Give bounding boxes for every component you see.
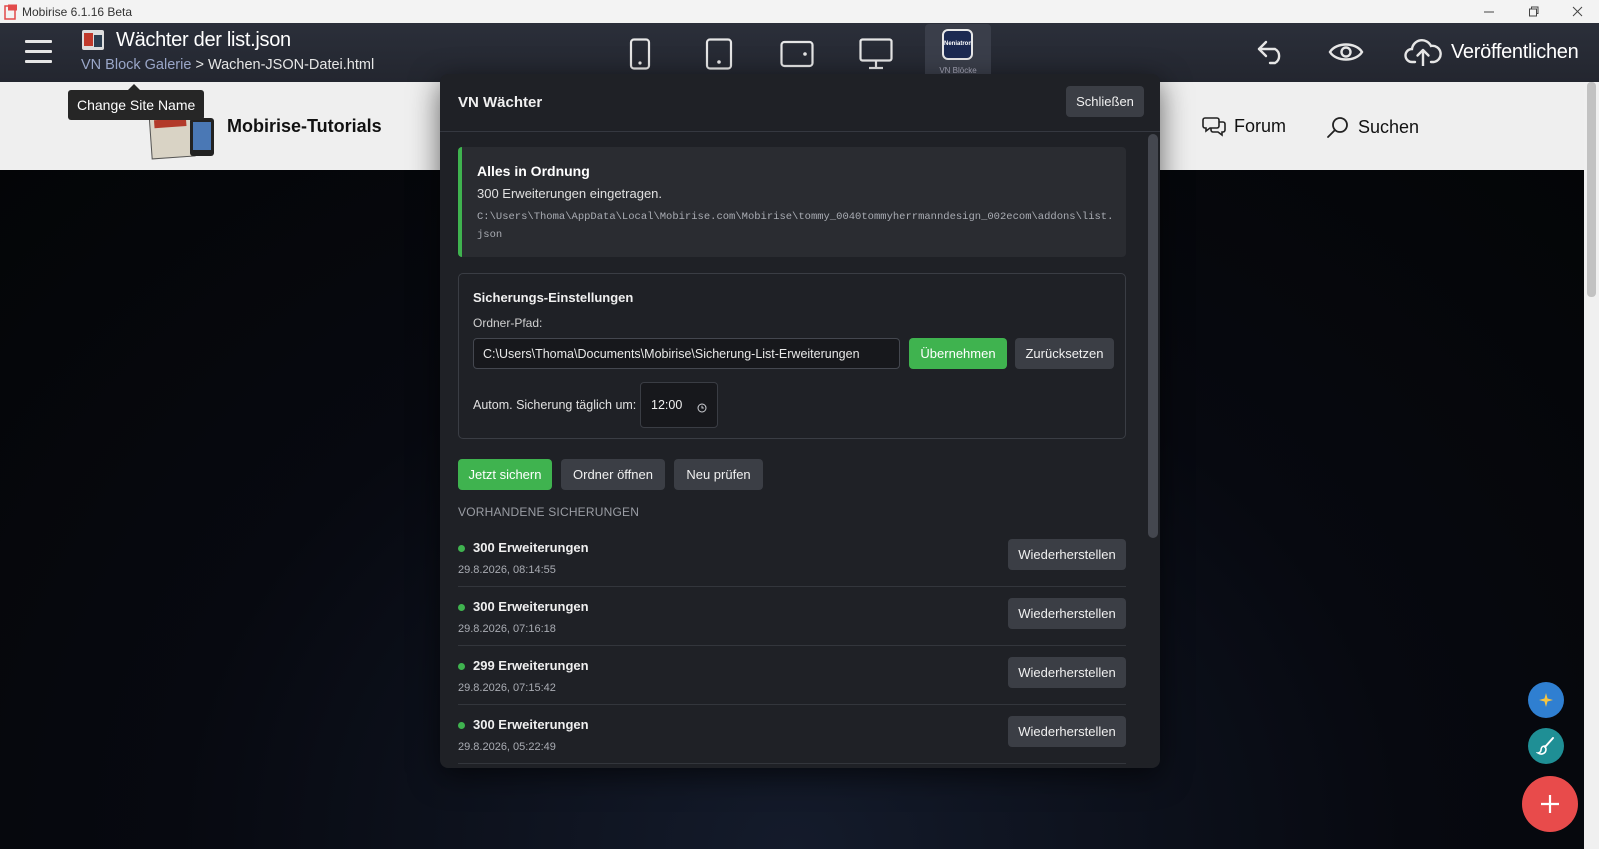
backup-count: 300 Erweiterungen xyxy=(473,599,589,614)
backup-timestamp: 29.8.2026, 05:22:49 xyxy=(458,741,556,753)
brush-icon xyxy=(1536,737,1554,755)
restore-button[interactable]: Wiederherstellen xyxy=(1008,598,1126,629)
recheck-button[interactable]: Neu prüfen xyxy=(674,459,763,490)
window-title: Mobirise 6.1.16 Beta xyxy=(22,4,133,19)
status-box: Alles in Ordnung 300 Erweiterungen einge… xyxy=(458,147,1126,257)
folder-path-label: Ordner-Pfad: xyxy=(473,316,543,330)
backup-count: 300 Erweiterungen xyxy=(473,717,589,732)
ai-sparkle-button[interactable] xyxy=(1528,682,1564,718)
reset-button[interactable]: Zurücksetzen xyxy=(1015,338,1114,369)
backup-row: 300 Erweiterungen 29.8.2026, 07:16:18 Wi… xyxy=(458,587,1126,646)
vn-waechter-dialog: VN Wächter Schließen Alles in Ordnung 30… xyxy=(440,74,1160,768)
change-site-name-tooltip: Change Site Name xyxy=(68,84,205,120)
backup-count: 299 Erweiterungen xyxy=(473,658,589,673)
breadcrumb-site-link[interactable]: VN Block Galerie xyxy=(81,57,191,73)
nav-forum-label: Forum xyxy=(1234,115,1287,136)
backup-row: 300 Erweiterungen 29.8.2026, 05:22:49 Wi… xyxy=(458,705,1126,764)
dialog-scrollbar[interactable] xyxy=(1146,133,1160,768)
dialog-title: VN Wächter xyxy=(458,94,543,111)
breadcrumb-separator: > xyxy=(195,57,204,73)
close-window-icon[interactable] xyxy=(1555,0,1599,23)
os-titlebar: Mobirise 6.1.16 Beta xyxy=(0,0,1599,23)
search-icon xyxy=(1327,117,1348,138)
auto-backup-time-value: 12:00 xyxy=(651,398,683,412)
site-thumbnail-icon[interactable] xyxy=(82,30,104,50)
sparkle-icon xyxy=(1539,693,1553,707)
menu-icon[interactable] xyxy=(25,40,52,63)
nav-forum-link[interactable]: Forum xyxy=(1202,115,1286,137)
restore-icon[interactable] xyxy=(1511,0,1555,23)
status-count: 300 Erweiterungen eingetragen. xyxy=(477,186,663,201)
page-scrollbar[interactable] xyxy=(1584,82,1599,849)
desktop-icon[interactable] xyxy=(858,37,894,71)
restore-button[interactable]: Wiederherstellen xyxy=(1008,539,1126,570)
breadcrumb: VN Block Galerie > Wachen-JSON-Datei.htm… xyxy=(81,57,374,73)
undo-icon[interactable] xyxy=(1256,35,1286,69)
apply-button[interactable]: Übernehmen xyxy=(909,338,1007,369)
status-title: Alles in Ordnung xyxy=(477,163,590,179)
minimize-icon[interactable] xyxy=(1467,0,1511,23)
backup-timestamp: 29.8.2026, 08:14:55 xyxy=(458,564,556,576)
backup-timestamp: 29.8.2026, 07:15:42 xyxy=(458,682,556,694)
plus-icon xyxy=(1541,795,1559,813)
auto-backup-time-input[interactable]: 12:00 xyxy=(640,382,718,428)
folder-path-input[interactable] xyxy=(473,338,900,369)
tablet-icon[interactable] xyxy=(701,37,737,71)
status-dot-icon xyxy=(458,545,465,552)
mobirise-logo-icon xyxy=(4,4,18,20)
dialog-header: VN Wächter Schließen xyxy=(440,74,1160,132)
page-title[interactable]: Wächter der list.json xyxy=(116,29,291,52)
breadcrumb-page[interactable]: Wachen-JSON-Datei.html xyxy=(208,57,374,73)
nav-search-link[interactable]: Suchen xyxy=(1326,115,1419,139)
cloud-upload-icon[interactable] xyxy=(1404,35,1442,69)
nav-search-label: Suchen xyxy=(1358,116,1420,137)
close-dialog-button[interactable]: Schließen xyxy=(1066,86,1144,117)
backup-timestamp: 29.8.2026, 07:16:18 xyxy=(458,623,556,635)
add-block-button[interactable] xyxy=(1522,776,1578,832)
phone-icon[interactable] xyxy=(622,37,658,71)
status-dot-icon xyxy=(458,663,465,670)
window-controls xyxy=(1467,0,1599,23)
open-folder-button[interactable]: Ordner öffnen xyxy=(561,459,665,490)
publish-button[interactable]: Veröffentlichen xyxy=(1451,41,1579,64)
auto-backup-label: Autom. Sicherung täglich um: xyxy=(473,398,637,412)
extension-thumbnail: Neniatron xyxy=(942,29,973,60)
restore-button[interactable]: Wiederherstellen xyxy=(1008,716,1126,747)
tablet-landscape-icon[interactable] xyxy=(779,37,815,71)
site-name[interactable]: Mobirise-Tutorials xyxy=(227,116,382,137)
backups-section-label: VORHANDENE SICHERUNGEN xyxy=(458,505,640,519)
backup-count: 300 Erweiterungen xyxy=(473,540,589,555)
backup-row: 300 Erweiterungen 29.8.2026, 08:14:55 Wi… xyxy=(458,528,1126,587)
dialog-body: Alles in Ordnung 300 Erweiterungen einge… xyxy=(440,133,1160,768)
status-path: C:\Users\Thoma\AppData\Local\Mobirise.co… xyxy=(477,211,1114,241)
status-dot-icon xyxy=(458,604,465,611)
clock-icon[interactable] xyxy=(697,400,707,418)
chat-icon xyxy=(1202,117,1226,137)
extension-vn-bloecke-button[interactable]: Neniatron VN Blöcke xyxy=(925,24,991,76)
preview-eye-icon[interactable] xyxy=(1328,35,1364,69)
dialog-scrollbar-thumb[interactable] xyxy=(1148,134,1158,538)
backup-now-button[interactable]: Jetzt sichern xyxy=(458,459,552,490)
page-scrollbar-thumb[interactable] xyxy=(1587,82,1596,297)
settings-title: Sicherungs-Einstellungen xyxy=(473,290,634,305)
status-dot-icon xyxy=(458,722,465,729)
backup-settings-box: Sicherungs-Einstellungen Ordner-Pfad: Üb… xyxy=(458,273,1126,439)
backup-row: 299 Erweiterungen 29.8.2026, 07:15:42 Wi… xyxy=(458,646,1126,705)
restore-button[interactable]: Wiederherstellen xyxy=(1008,657,1126,688)
design-brush-button[interactable] xyxy=(1528,728,1564,764)
